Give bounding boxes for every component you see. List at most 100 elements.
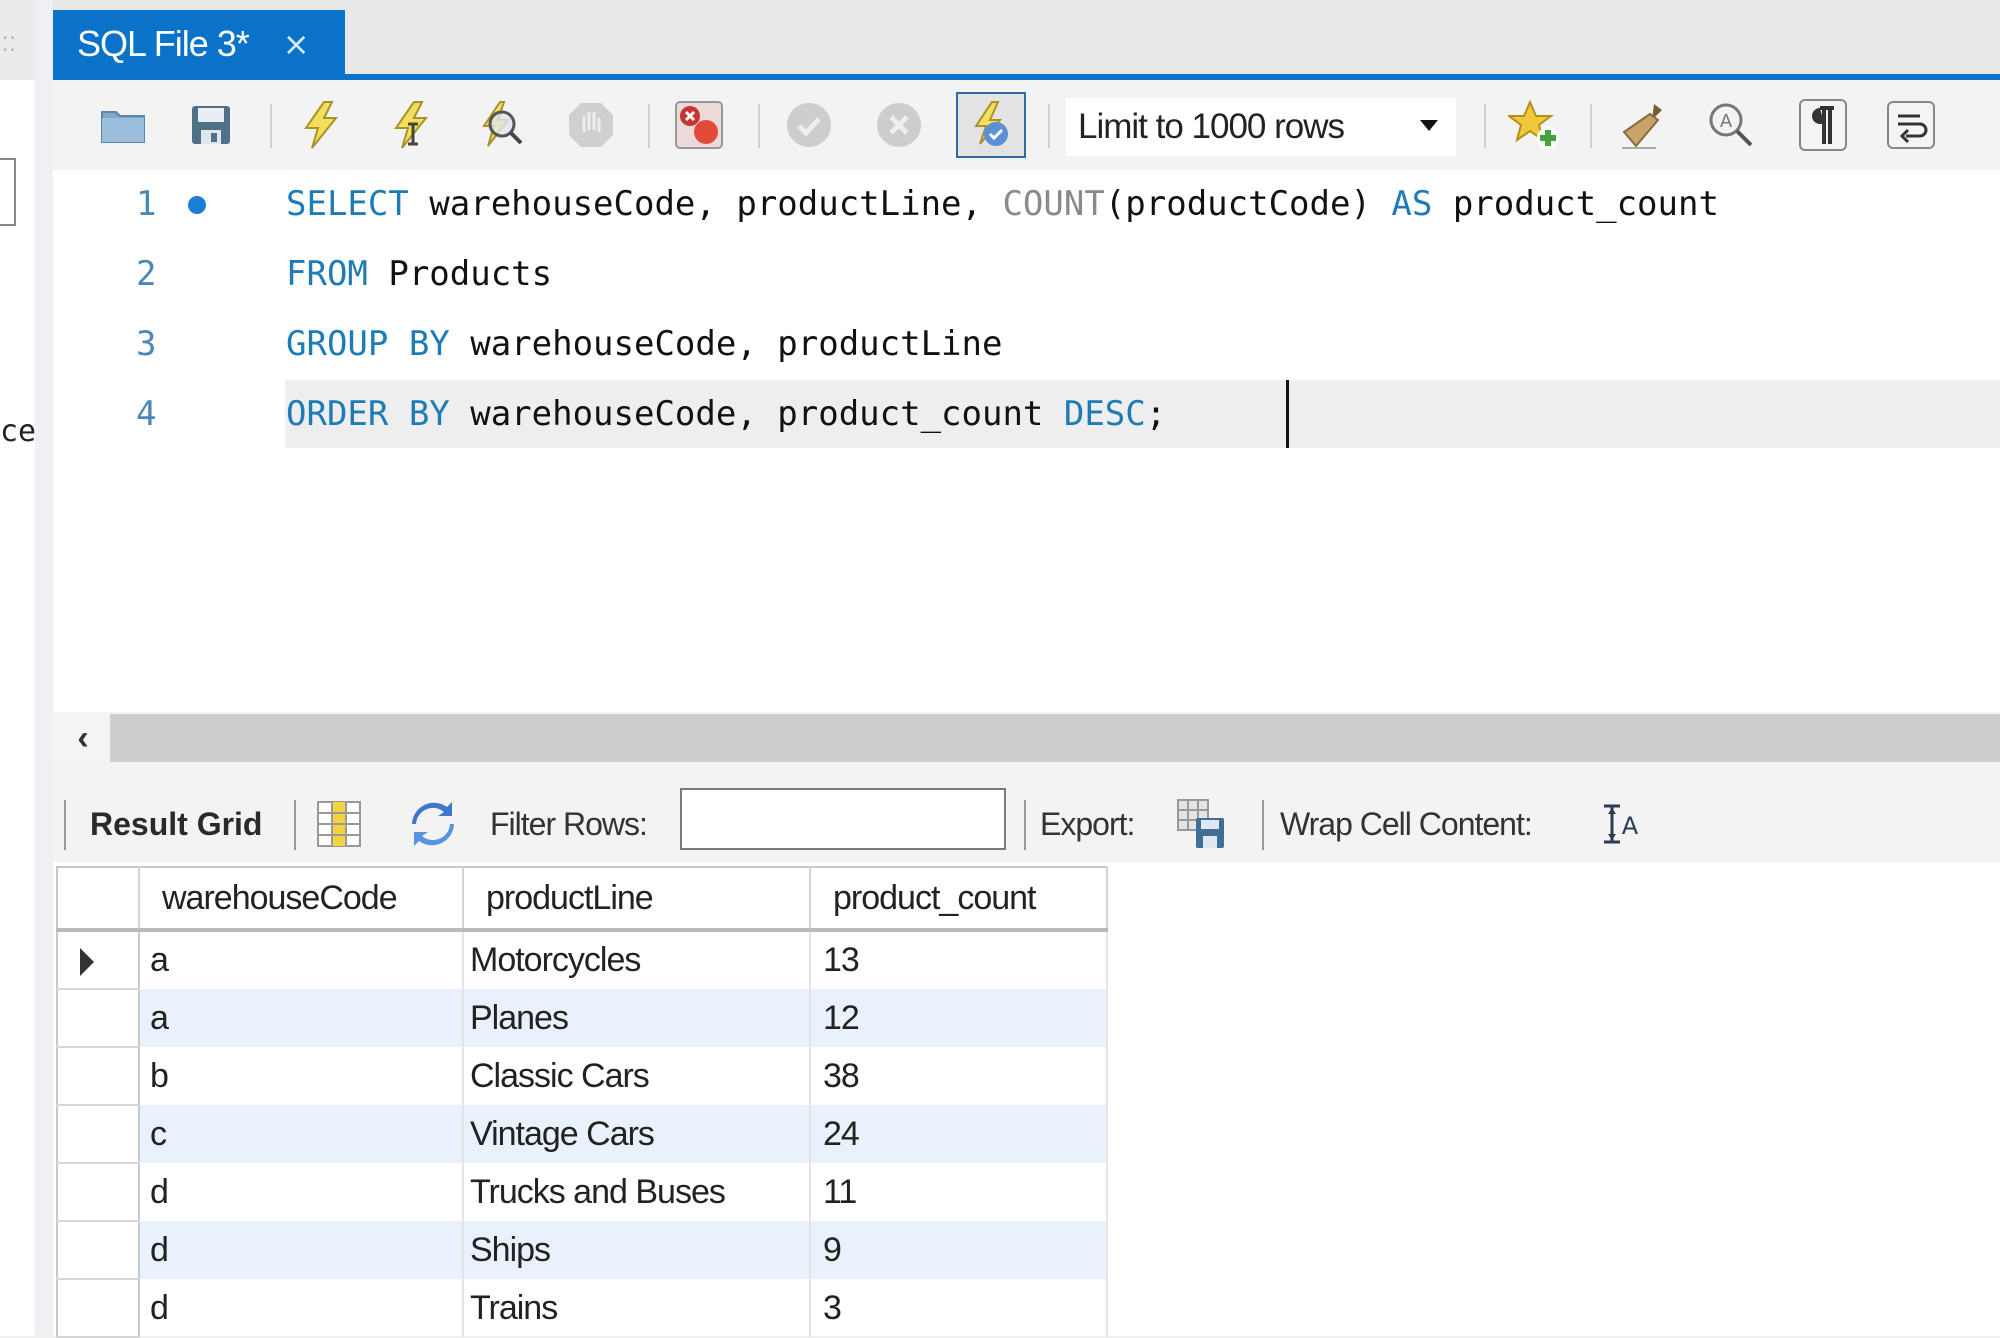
save-icon [192,106,230,144]
rollback-button[interactable] [870,96,928,154]
table-cell[interactable]: Trains [463,1279,811,1337]
table-cell[interactable]: 38 [810,1047,1108,1105]
table-cell[interactable]: b [139,1047,464,1105]
beautify-button[interactable] [1612,96,1670,154]
table-row[interactable]: a Planes 12 [56,989,1108,1048]
table-cell[interactable]: c [139,1105,464,1163]
table-cell[interactable]: 13 [810,930,1108,989]
execute-current-icon [394,101,429,149]
table-cell[interactable]: d [139,1163,464,1221]
invisible-chars-button[interactable] [1794,96,1852,154]
sql-keyword: AS [1391,184,1433,224]
execute-icon [304,101,339,149]
table-cell[interactable]: d [139,1279,464,1337]
table-cell[interactable]: Classic Cars [463,1047,811,1105]
table-row[interactable]: c Vintage Cars 24 [56,1105,1108,1164]
table-cell[interactable]: a [139,930,464,989]
table-row[interactable]: d Trucks and Buses 11 [56,1163,1108,1222]
toolbar-separator [758,104,760,148]
column-header[interactable]: productLine [463,866,811,932]
toggle-error-button[interactable] [670,96,728,154]
scroll-left-icon[interactable]: ‹ [62,716,104,760]
statement-marker-icon[interactable] [188,196,206,214]
row-header[interactable] [56,1105,140,1164]
chevron-down-icon [1420,120,1438,131]
svg-text:A: A [1720,111,1733,132]
wrap-cell-content-button[interactable]: A [1598,796,1648,852]
execute-current-button[interactable] [382,96,440,154]
export-button[interactable] [1176,796,1226,852]
row-header[interactable] [56,1163,140,1222]
sql-text: (productCode) [1104,184,1392,224]
code-line[interactable]: GROUP BY warehouseCode, productLine [286,324,1002,364]
code-line[interactable]: SELECT warehouseCode, productLine, COUNT… [286,184,1719,224]
explain-button[interactable] [472,96,530,154]
table-cell[interactable]: 9 [810,1221,1108,1279]
code-line[interactable]: ORDER BY warehouseCode, product_count DE… [286,394,1166,434]
autocommit-toggle[interactable] [956,92,1026,158]
refresh-button[interactable] [408,796,458,852]
open-file-button[interactable] [94,96,152,154]
commit-icon [787,103,831,147]
table-row[interactable]: b Classic Cars 38 [56,1047,1108,1106]
panel-splitter[interactable] [35,0,53,1336]
scrollbar-thumb[interactable] [110,714,2000,762]
result-grid-tab[interactable]: Result Grid [90,806,262,843]
row-header[interactable] [56,989,140,1048]
sql-keyword: ORDER BY [286,394,450,434]
column-header[interactable]: warehouseCode [139,866,464,932]
close-icon[interactable]: × [283,25,310,63]
stop-icon [569,103,613,147]
sql-text: warehouseCode, product_count [449,394,1064,434]
table-cell[interactable]: 11 [810,1163,1108,1221]
table-row[interactable]: d Trains 3 [56,1279,1108,1338]
row-header-corner[interactable] [56,866,140,932]
export-label: Export: [1040,806,1135,842]
sidebar-label: ce [0,414,37,449]
table-row[interactable]: d Ships 9 [56,1221,1108,1280]
commit-button[interactable] [780,96,838,154]
limit-rows-select[interactable]: Limit to 1000 rows [1066,98,1456,156]
table-row[interactable]: a Motorcycles 13 [56,930,1108,990]
table-cell[interactable]: d [139,1221,464,1279]
invisible-chars-icon [1799,99,1847,151]
line-number: 3 [136,324,157,364]
find-button[interactable]: A [1702,96,1760,154]
toolbar-separator [1262,800,1264,850]
sql-function: COUNT [1002,184,1105,224]
table-cell[interactable]: Trucks and Buses [463,1163,811,1221]
export-icon [1177,799,1224,848]
table-header-row: warehouseCode productLine product_count [56,866,1108,932]
refresh-icon [412,802,454,846]
add-snippet-icon [1508,99,1559,149]
tab-title: SQL File 3* [77,23,250,64]
open-file-icon [101,111,145,143]
table-cell[interactable]: Motorcycles [463,930,811,989]
column-header[interactable]: product_count [810,866,1108,932]
sql-keyword: FROM [286,254,368,294]
row-header[interactable] [56,1221,140,1280]
execute-button[interactable] [292,96,350,154]
tab-sql-file-3[interactable]: SQL File 3* × [53,10,345,78]
filter-rows-input[interactable] [680,788,1006,850]
toolbar-separator [1484,104,1486,148]
grip-icon[interactable]: ⁚⁚ [2,32,17,57]
stop-button[interactable] [562,96,620,154]
table-cell[interactable]: Planes [463,989,811,1047]
table-cell[interactable]: Ships [463,1221,811,1279]
row-header[interactable] [56,930,140,990]
grid-view-button[interactable] [314,796,364,852]
table-cell[interactable]: a [139,989,464,1047]
table-cell[interactable]: 12 [810,989,1108,1047]
add-snippet-button[interactable] [1506,96,1564,154]
word-wrap-button[interactable] [1882,96,1940,154]
table-cell[interactable]: Vintage Cars [463,1105,811,1163]
save-button[interactable] [182,96,240,154]
table-cell[interactable]: 3 [810,1279,1108,1337]
table-cell[interactable]: 24 [810,1105,1108,1163]
row-header[interactable] [56,1279,140,1338]
sidebar-input[interactable] [0,158,16,226]
explain-icon [482,101,523,147]
code-line[interactable]: FROM Products [286,254,552,294]
row-header[interactable] [56,1047,140,1106]
